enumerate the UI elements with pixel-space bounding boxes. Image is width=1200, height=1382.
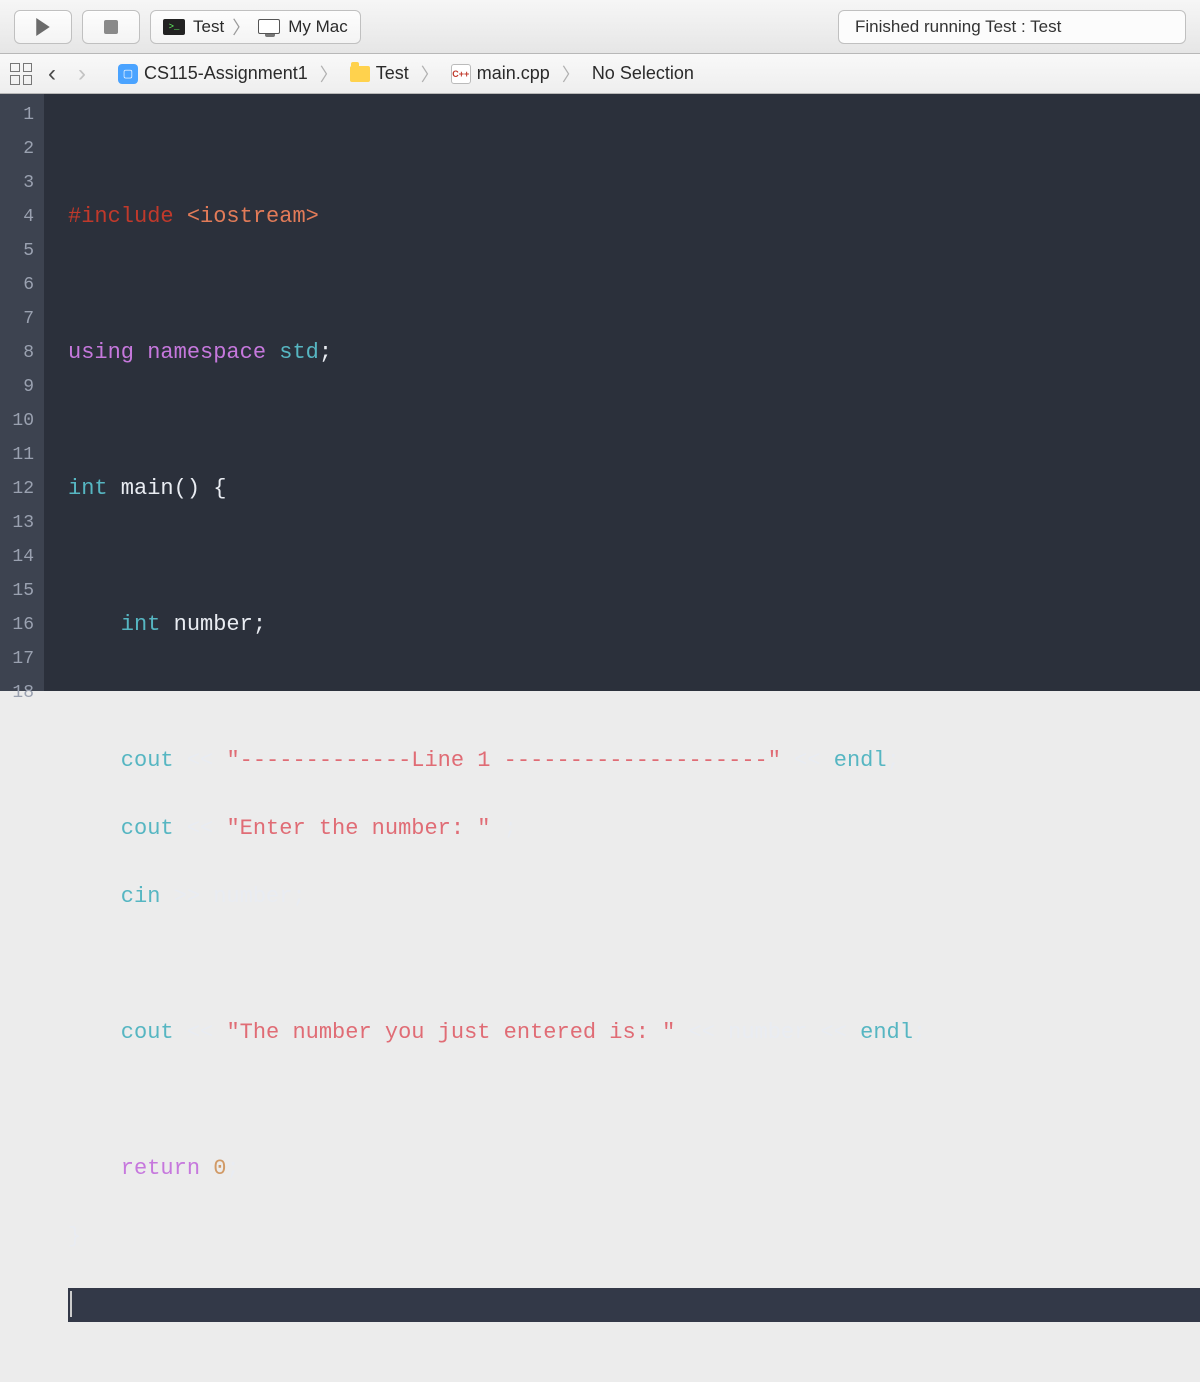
line-number: 15 [6,574,34,608]
stop-button[interactable] [82,10,140,44]
code-area[interactable]: #include <iostream> using namespace std;… [44,94,1200,691]
code-line: cout << "The number you just entered is:… [68,1016,1200,1050]
code-line [68,132,1200,166]
folder-icon [350,66,370,82]
stop-icon [104,20,118,34]
breadcrumb-selection-label: No Selection [592,63,694,84]
code-line: cin >> number; [68,880,1200,914]
code-line [68,404,1200,438]
play-icon [35,18,51,36]
status-bar[interactable]: Finished running Test : Test [838,10,1186,44]
line-number: 7 [6,302,34,336]
line-number-gutter: 1 2 3 4 5 6 7 8 9 10 11 12 13 14 15 16 1… [0,94,44,691]
mac-icon [258,19,280,34]
related-items-icon[interactable] [10,63,32,85]
code-line: #include <iostream> [68,200,1200,234]
code-line-current [68,1288,1200,1322]
line-number: 6 [6,268,34,302]
breadcrumb-folder[interactable]: Test [350,63,409,84]
line-number: 8 [6,336,34,370]
chevron-right-icon: 〉 [421,61,439,87]
line-number: 1 [6,98,34,132]
chevron-right-icon: 〉 [320,61,338,87]
line-number: 4 [6,200,34,234]
project-icon: ▢ [118,64,138,84]
code-line [68,1084,1200,1118]
code-line: return 0; [68,1152,1200,1186]
nav-back-button[interactable]: ‹ [42,64,62,84]
code-line: } [68,1220,1200,1254]
cpp-file-icon: C++ [451,64,471,84]
code-line: cout << "-------------Line 1 -----------… [68,744,1200,778]
run-button[interactable] [14,10,72,44]
status-text: Finished running Test : Test [855,17,1061,37]
line-number: 13 [6,506,34,540]
line-number: 11 [6,438,34,472]
scheme-selector[interactable]: >_ Test 〉 My Mac [150,10,361,44]
line-number: 18 [6,676,34,710]
code-line [68,948,1200,982]
code-line: int main() { [68,472,1200,506]
breadcrumb-file-label: main.cpp [477,63,550,84]
breadcrumb-file[interactable]: C++ main.cpp [451,63,550,84]
target-icon: >_ [163,19,185,35]
line-number: 12 [6,472,34,506]
line-number: 9 [6,370,34,404]
jump-bar: ‹ › ▢ CS115-Assignment1 〉 Test 〉 C++ mai… [0,54,1200,94]
breadcrumb-selection[interactable]: No Selection [592,63,694,84]
text-cursor [70,1291,72,1317]
line-number: 16 [6,608,34,642]
line-number: 3 [6,166,34,200]
code-line: using namespace std; [68,336,1200,370]
breadcrumb-folder-label: Test [376,63,409,84]
breadcrumb-project[interactable]: ▢ CS115-Assignment1 [118,63,308,84]
code-line [68,268,1200,302]
toolbar: >_ Test 〉 My Mac Finished running Test :… [0,0,1200,54]
scheme-device-label: My Mac [288,17,348,37]
code-line [68,676,1200,710]
breadcrumb-project-label: CS115-Assignment1 [144,63,308,84]
code-line [68,540,1200,574]
line-number: 2 [6,132,34,166]
line-number: 14 [6,540,34,574]
chevron-right-icon: 〉 [562,61,580,87]
code-editor[interactable]: 1 2 3 4 5 6 7 8 9 10 11 12 13 14 15 16 1… [0,94,1200,691]
line-number: 5 [6,234,34,268]
chevron-right-icon: 〉 [232,14,250,40]
line-number: 17 [6,642,34,676]
scheme-target-label: Test [193,17,224,37]
nav-forward-button[interactable]: › [72,64,92,84]
code-line: int number; [68,608,1200,642]
code-line: cout << "Enter the number: " ; [68,812,1200,846]
line-number: 10 [6,404,34,438]
